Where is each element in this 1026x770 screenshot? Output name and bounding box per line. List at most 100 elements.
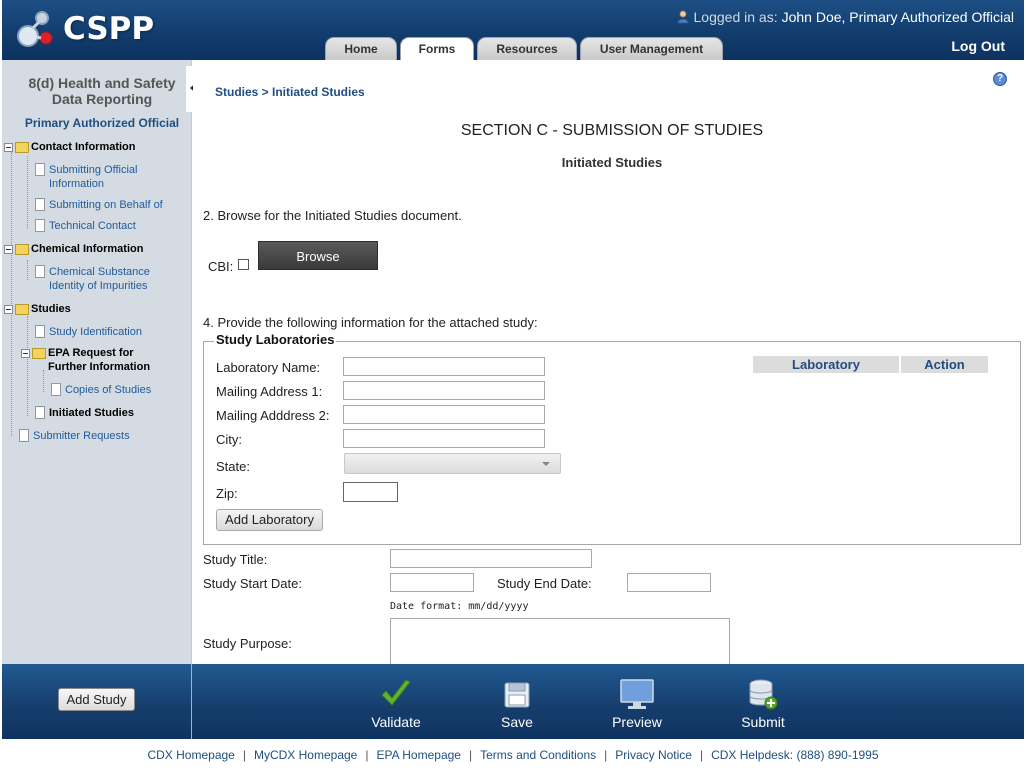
- study-title-input[interactable]: [390, 549, 592, 568]
- date-format-hint: Date format: mm/dd/yyyy: [390, 601, 529, 612]
- preview-button[interactable]: Preview: [610, 678, 664, 730]
- monitor-icon: [620, 679, 654, 709]
- tree-label: Initiated Studies: [49, 407, 134, 419]
- tree-item-copies-of-studies[interactable]: Copies of Studies: [51, 383, 151, 397]
- help-icon[interactable]: ?: [993, 72, 1007, 86]
- table-header-laboratory: Laboratory: [753, 356, 899, 373]
- toolbar-left-panel: Add Study: [2, 664, 192, 739]
- mailing-address-1-label: Mailing Address 1:: [216, 384, 323, 399]
- mailing-address-2-label: Mailing Adddress 2:: [216, 408, 330, 423]
- user-role-label: Primary Authorized Official: [24, 116, 180, 130]
- study-end-date-label: Study End Date:: [497, 576, 592, 591]
- floppy-disk-icon: [504, 682, 530, 708]
- add-laboratory-button[interactable]: Add Laboratory: [216, 509, 323, 531]
- tree-item-initiated-studies[interactable]: Initiated Studies: [35, 406, 134, 420]
- logged-in-label: Logged in as:: [693, 9, 778, 25]
- study-title-label: Study Title:: [203, 552, 268, 567]
- lab-name-label: Laboratory Name:: [216, 360, 321, 375]
- mailing-address-1-input[interactable]: [343, 381, 545, 400]
- logged-in-info: Logged in as: John Doe, Primary Authoriz…: [676, 9, 1014, 25]
- submit-label: Submit: [741, 714, 785, 730]
- tree-item-study-identification[interactable]: Study Identification: [35, 325, 142, 339]
- tree-label: Contact Information: [31, 141, 136, 153]
- folder-icon: [15, 304, 29, 315]
- collapse-icon[interactable]: [4, 245, 13, 254]
- state-select[interactable]: [344, 453, 561, 474]
- header-bar: CSPP Logged in as: John Doe, Primary Aut…: [2, 0, 1024, 61]
- footer-separator: |: [365, 748, 369, 762]
- collapse-icon[interactable]: [4, 143, 13, 152]
- page-icon: [35, 219, 45, 232]
- tree-item-chemical-substance[interactable]: Chemical Substance Identity of Impurities: [35, 265, 150, 293]
- logged-in-user: John Doe, Primary Authorized Official: [781, 9, 1014, 25]
- cbi-label: CBI:: [208, 259, 234, 274]
- tree-node-chemical-information[interactable]: Chemical Information: [4, 242, 143, 256]
- folder-icon: [15, 244, 29, 255]
- tree-label-line: Submitting Official: [49, 164, 138, 176]
- zip-input[interactable]: [343, 482, 398, 502]
- tab-forms[interactable]: Forms: [400, 37, 474, 61]
- study-start-date-input[interactable]: [390, 573, 474, 592]
- validate-button[interactable]: Validate: [370, 678, 422, 730]
- folder-icon: [15, 142, 29, 153]
- tree-label: Studies: [31, 303, 71, 315]
- tree-label: Study Identification: [49, 326, 142, 338]
- checkmark-icon: [381, 679, 411, 706]
- database-add-icon: [749, 679, 778, 710]
- breadcrumb[interactable]: Studies > Initiated Studies: [215, 85, 365, 99]
- app-logo-text: CSPP: [63, 11, 155, 47]
- sidebar-title: 8(d) Health and Safety Data Reporting: [2, 75, 202, 107]
- study-laboratories-legend: Study Laboratories: [214, 332, 337, 347]
- zip-label: Zip:: [216, 486, 238, 501]
- tree-label: Chemical Substance Identity of Impurities: [49, 265, 150, 293]
- footer-link-epa-homepage[interactable]: EPA Homepage: [376, 748, 461, 762]
- study-purpose-textarea[interactable]: [390, 618, 730, 664]
- study-purpose-label: Study Purpose:: [203, 636, 292, 651]
- collapse-icon[interactable]: [21, 349, 30, 358]
- save-button[interactable]: Save: [497, 678, 537, 730]
- logout-link[interactable]: Log Out: [951, 38, 1005, 54]
- footer-link-mycdx-homepage[interactable]: MyCDX Homepage: [254, 748, 357, 762]
- preview-label: Preview: [612, 714, 662, 730]
- main-content: Studies > Initiated Studies ? SECTION C …: [193, 60, 1025, 664]
- page-icon: [35, 406, 45, 419]
- action-toolbar: Add Study Validate Save Preview Submit: [2, 664, 1024, 739]
- tree-label-line: Identity of Impurities: [49, 280, 148, 292]
- tab-resources[interactable]: Resources: [477, 37, 577, 60]
- navigation-sidebar: 8(d) Health and Safety Data Reporting Pr…: [2, 60, 192, 664]
- main-nav-tabs: Home Forms Resources User Management: [325, 37, 723, 61]
- tree-item-submitter-requests[interactable]: Submitter Requests: [19, 429, 130, 443]
- tree-item-technical-contact[interactable]: Technical Contact: [35, 219, 136, 233]
- footer-link-helpdesk[interactable]: CDX Helpdesk: (888) 890-1995: [711, 748, 878, 762]
- study-end-date-input[interactable]: [627, 573, 711, 592]
- tree-node-epa-request[interactable]: EPA Request for Further Information: [21, 346, 150, 374]
- tree-label: EPA Request for Further Information: [48, 346, 150, 374]
- footer-link-cdx-homepage[interactable]: CDX Homepage: [147, 748, 234, 762]
- tree-node-studies[interactable]: Studies: [4, 302, 71, 316]
- tree-label: Submitting Official Information: [49, 163, 137, 191]
- tab-user-management[interactable]: User Management: [580, 37, 723, 60]
- tree-line: [27, 156, 28, 229]
- browse-button[interactable]: Browse: [258, 241, 378, 270]
- footer-link-privacy[interactable]: Privacy Notice: [615, 748, 692, 762]
- cbi-checkbox[interactable]: [238, 259, 249, 270]
- collapse-icon[interactable]: [4, 305, 13, 314]
- save-label: Save: [501, 714, 533, 730]
- tree-item-submitting-official[interactable]: Submitting Official Information: [35, 163, 137, 191]
- footer-link-terms[interactable]: Terms and Conditions: [480, 748, 596, 762]
- tree-label: Copies of Studies: [65, 384, 152, 396]
- tab-home[interactable]: Home: [325, 37, 397, 60]
- page-icon: [35, 198, 45, 211]
- add-study-button[interactable]: Add Study: [58, 688, 135, 711]
- city-input[interactable]: [343, 429, 545, 448]
- lab-name-input[interactable]: [343, 357, 545, 376]
- tree-item-submitting-on-behalf[interactable]: Submitting on Behalf of: [35, 198, 163, 212]
- study-start-date-label: Study Start Date:: [203, 576, 302, 591]
- page-icon: [35, 265, 45, 278]
- sidebar-title-line-2: Data Reporting: [51, 91, 153, 107]
- mailing-address-2-input[interactable]: [343, 405, 545, 424]
- tree-label: Technical Contact: [49, 220, 136, 232]
- submit-button[interactable]: Submit: [739, 678, 787, 730]
- tree-node-contact-information[interactable]: Contact Information: [4, 140, 136, 154]
- section-title: SECTION C - SUBMISSION OF STUDIES: [460, 122, 764, 139]
